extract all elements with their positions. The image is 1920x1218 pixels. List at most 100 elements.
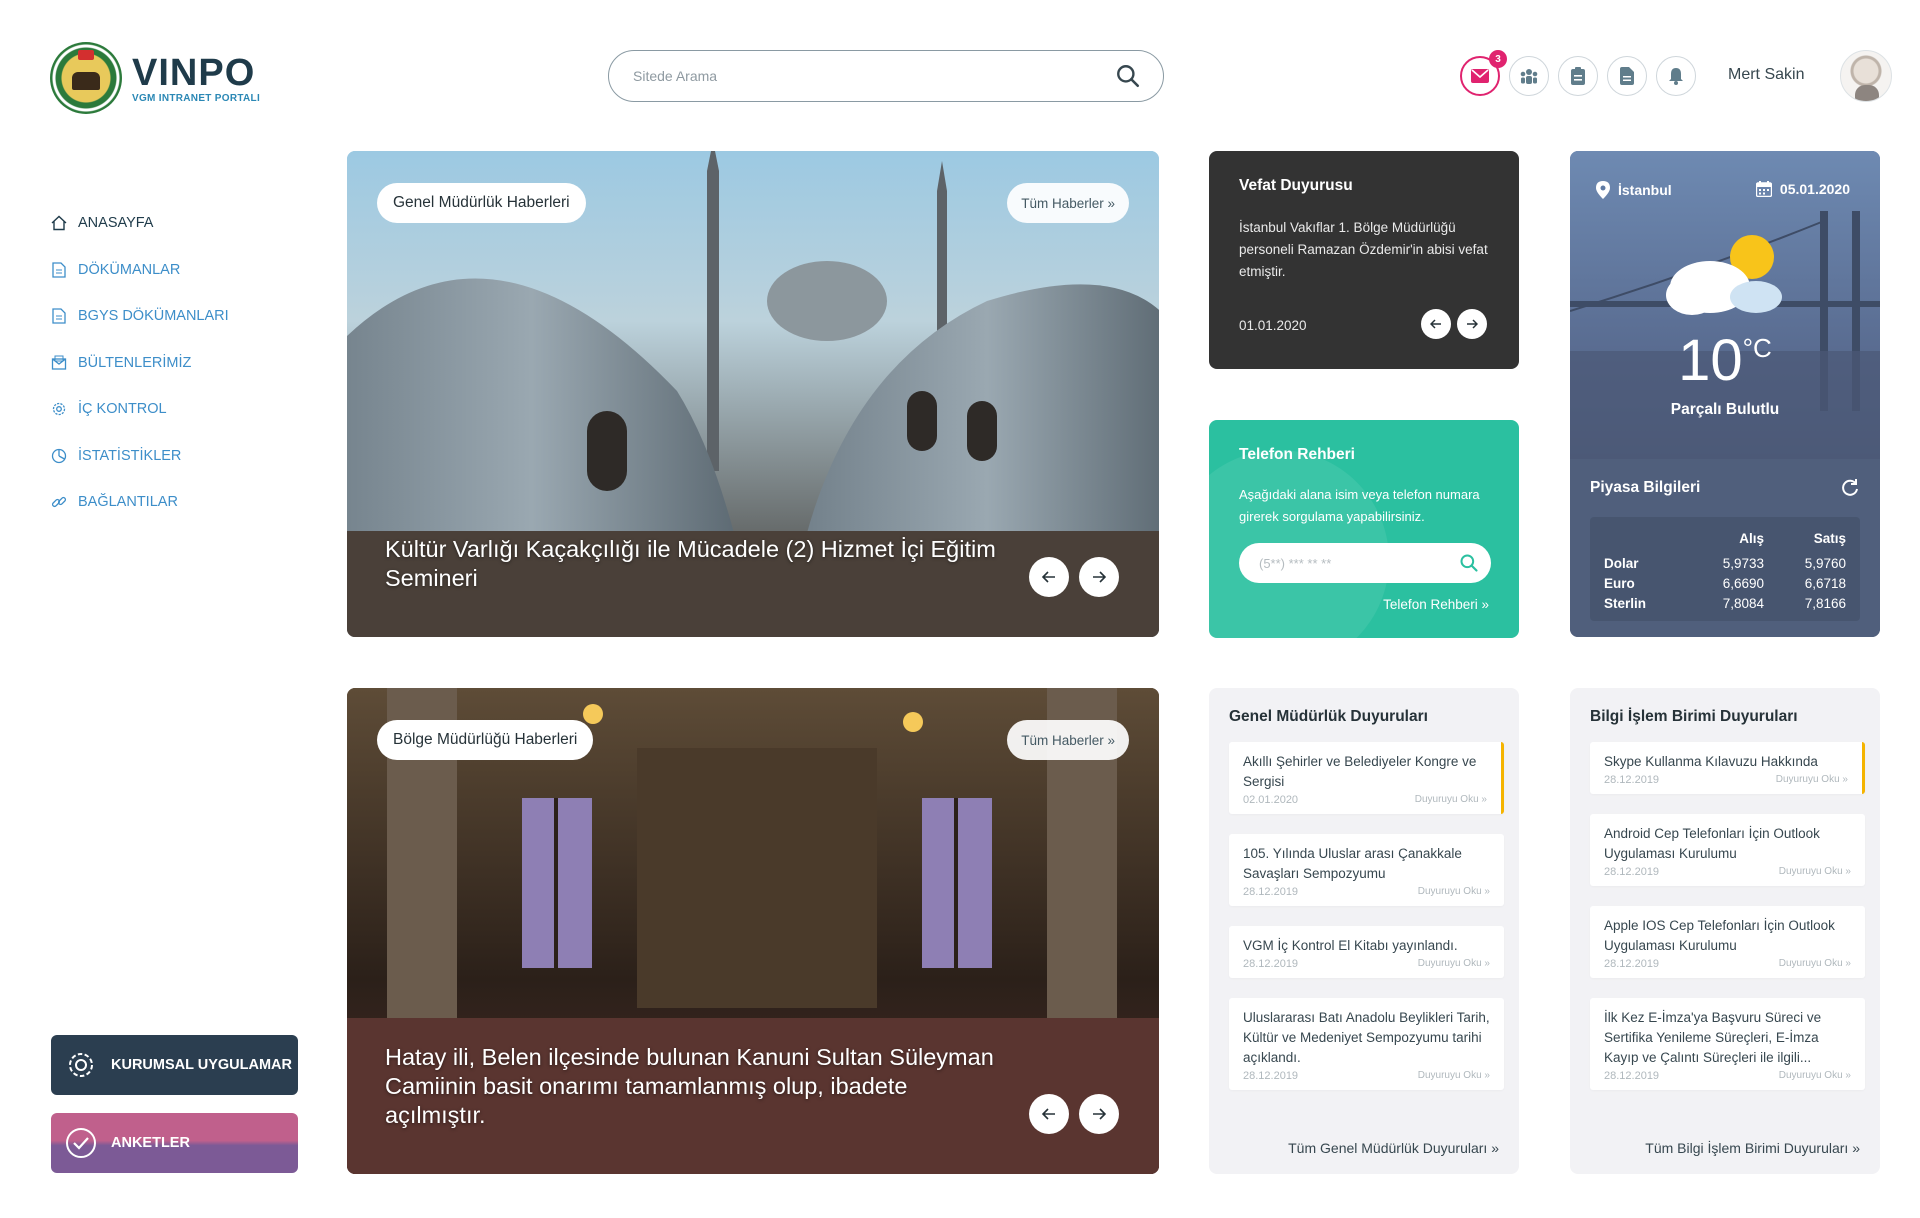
exchange-rate-table: Alış Satış Dolar 5,9733 5,9760 Euro 6,66… xyxy=(1590,517,1860,621)
market-info-panel: Piyasa Bilgileri Alış Satış Dolar 5,9733… xyxy=(1570,459,1880,637)
logo[interactable]: VINPO VGM INTRANET PORTALI xyxy=(50,40,270,116)
announcement-date: 28.12.2019 xyxy=(1604,1070,1660,1082)
prev-arrow-button[interactable] xyxy=(1029,1094,1069,1134)
currency-buy: 6,6690 xyxy=(1722,575,1764,591)
search-icon[interactable] xyxy=(1459,553,1479,573)
read-announcement-link[interactable]: Duyuruyu Oku » xyxy=(1776,774,1848,786)
prev-arrow-button[interactable] xyxy=(1029,557,1069,597)
read-announcement-link[interactable]: Duyuruyu Oku » xyxy=(1418,958,1490,970)
it-announcements-panel: Bilgi İşlem Birimi Duyuruları Skype Kull… xyxy=(1570,688,1880,1174)
news-category-pill: Genel Müdürlük Haberleri xyxy=(377,183,586,223)
sidebar-item-baglantilar[interactable]: BAĞLANTILAR xyxy=(50,479,290,526)
table-row: Sterlin 7,8084 7,8166 xyxy=(1604,593,1846,613)
file-button[interactable] xyxy=(1607,56,1647,96)
currency-buy: 7,8084 xyxy=(1722,595,1764,611)
search-icon[interactable] xyxy=(1115,63,1141,89)
search-input[interactable] xyxy=(633,68,1115,84)
phone-search-input[interactable] xyxy=(1259,555,1459,571)
news-slider-regional[interactable]: Bölge Müdürlüğü Haberleri Tüm Haberler »… xyxy=(347,688,1159,1174)
sidebar-item-dokumanlar[interactable]: DÖKÜMANLAR xyxy=(50,247,290,294)
list-item[interactable]: Apple IOS Cep Telefonları İçin Outlook U… xyxy=(1590,906,1865,978)
announcement-title: Android Cep Telefonları İçin Outlook Uyg… xyxy=(1604,826,1820,861)
obituary-title: Vefat Duyurusu xyxy=(1239,177,1353,194)
obituary-text: İstanbul Vakıflar 1. Bölge Müdürlüğü per… xyxy=(1239,220,1488,279)
market-title: Piyasa Bilgileri xyxy=(1590,479,1701,496)
general-announcements-panel: Genel Müdürlük Duyuruları Akıllı Şehirle… xyxy=(1209,688,1519,1174)
currency-name: Sterlin xyxy=(1604,595,1647,611)
read-announcement-link[interactable]: Duyuruyu Oku » xyxy=(1779,1070,1851,1082)
announcement-date: 28.12.2019 xyxy=(1243,958,1299,970)
panel-title: Genel Müdürlük Duyuruları xyxy=(1229,708,1428,725)
sidebar-item-label: DÖKÜMANLAR xyxy=(78,261,181,278)
user-name[interactable]: Mert Sakin xyxy=(1728,66,1804,84)
all-announcements-link[interactable]: Tüm Genel Müdürlük Duyuruları » xyxy=(1288,1140,1499,1156)
mail-count-badge: 3 xyxy=(1489,50,1507,68)
temperature-value: 10 xyxy=(1678,328,1743,393)
weather-date-label: 05.01.2020 xyxy=(1779,181,1850,197)
search-bar xyxy=(608,50,1164,102)
col-buy: Alış xyxy=(1739,530,1764,546)
weather-date: 05.01.2020 xyxy=(1755,181,1850,197)
bell-icon xyxy=(1669,68,1683,85)
sidebar-item-ic-kontrol[interactable]: İÇ KONTROL xyxy=(50,386,290,433)
all-news-link[interactable]: Tüm Haberler » xyxy=(1007,720,1129,760)
currency-sell: 5,9760 xyxy=(1804,555,1846,571)
news-headline[interactable]: Kültür Varlığı Kaçakçılığı ile Mücadele … xyxy=(385,535,1005,593)
announcement-title: Uluslararası Batı Anadolu Beylikleri Tar… xyxy=(1243,1010,1490,1065)
kurumsal-uygulamalar-button[interactable]: KURUMSAL UYGULAMAR xyxy=(51,1035,298,1095)
list-item[interactable]: VGM İç Kontrol El Kitabı yayınlandı. 28.… xyxy=(1229,926,1504,978)
arrow-left-icon xyxy=(1042,571,1055,583)
read-announcement-link[interactable]: Duyuruyu Oku » xyxy=(1418,886,1490,898)
sidebar-item-bultenlerimiz[interactable]: BÜLTENLERİMİZ xyxy=(50,340,290,387)
document-icon xyxy=(50,307,68,325)
list-item[interactable]: Android Cep Telefonları İçin Outlook Uyg… xyxy=(1590,814,1865,886)
sidebar-item-label: İÇ KONTROL xyxy=(78,401,167,418)
anketler-button[interactable]: ANKETLER xyxy=(51,1113,298,1173)
people-button[interactable] xyxy=(1509,56,1549,96)
table-header: Alış Satış xyxy=(1604,523,1846,553)
kurumsal-label: KURUMSAL UYGULAMAR xyxy=(111,1057,292,1073)
announcement-date: 28.12.2019 xyxy=(1243,1070,1299,1082)
phone-search-box xyxy=(1239,543,1491,583)
announcement-title: Apple IOS Cep Telefonları İçin Outlook U… xyxy=(1604,918,1835,953)
sidebar-nav: ANASAYFA DÖKÜMANLAR BGYS DÖKÜMANLARI BÜL… xyxy=(50,200,290,526)
phone-directory-link[interactable]: Telefon Rehberi » xyxy=(1383,597,1489,612)
read-announcement-link[interactable]: Duyuruyu Oku » xyxy=(1418,1070,1490,1082)
sidebar-item-istatistikler[interactable]: İSTATİSTİKLER xyxy=(50,433,290,480)
read-announcement-link[interactable]: Duyuruyu Oku » xyxy=(1779,958,1851,970)
news-slider-general[interactable]: Genel Müdürlük Haberleri Tüm Haberler » … xyxy=(347,151,1159,637)
avatar[interactable] xyxy=(1840,50,1892,102)
list-item[interactable]: İlk Kez E-İmza'ya Başvuru Süreci ve Sert… xyxy=(1590,998,1865,1090)
list-item[interactable]: 105. Yılında Uluslar arası Çanakkale Sav… xyxy=(1229,834,1504,906)
all-news-link[interactable]: Tüm Haberler » xyxy=(1007,183,1129,223)
file-icon xyxy=(1620,67,1634,85)
sidebar-item-anasayfa[interactable]: ANASAYFA xyxy=(50,200,290,247)
table-row: Dolar 5,9733 5,9760 xyxy=(1604,553,1846,573)
currency-name: Dolar xyxy=(1604,555,1639,571)
notifications-button[interactable] xyxy=(1656,56,1696,96)
next-arrow-button[interactable] xyxy=(1457,309,1487,339)
list-item[interactable]: Skype Kullanma Kılavuzu Hakkında 28.12.2… xyxy=(1590,742,1865,794)
news-headline[interactable]: Hatay ili, Belen ilçesinde bulunan Kanun… xyxy=(385,1043,1005,1130)
read-announcement-link[interactable]: Duyuruyu Oku » xyxy=(1779,866,1851,878)
next-arrow-button[interactable] xyxy=(1079,557,1119,597)
weather-city[interactable]: İstanbul xyxy=(1596,181,1672,199)
clipboard-button[interactable] xyxy=(1558,56,1598,96)
currency-name: Euro xyxy=(1604,575,1635,591)
refresh-icon[interactable] xyxy=(1840,477,1860,497)
phone-directory-title: Telefon Rehberi xyxy=(1239,446,1355,463)
list-item[interactable]: Uluslararası Batı Anadolu Beylikleri Tar… xyxy=(1229,998,1504,1090)
mail-icon xyxy=(1471,69,1489,83)
all-announcements-link[interactable]: Tüm Bilgi İşlem Birimi Duyuruları » xyxy=(1645,1140,1860,1156)
clipboard-icon xyxy=(1571,67,1585,85)
weather-market-card: İstanbul 05.01.2020 10°C Parçalı Bulutlu… xyxy=(1570,151,1880,637)
sidebar-item-bgys-dokumanlari[interactable]: BGYS DÖKÜMANLARI xyxy=(50,293,290,340)
next-arrow-button[interactable] xyxy=(1079,1094,1119,1134)
sidebar-item-label: BGYS DÖKÜMANLARI xyxy=(78,308,229,325)
home-icon xyxy=(50,214,68,232)
list-item[interactable]: Akıllı Şehirler ve Belediyeler Kongre ve… xyxy=(1229,742,1504,814)
brand-subtitle: VGM INTRANET PORTALI xyxy=(132,92,261,104)
arrow-right-icon xyxy=(1093,571,1106,583)
read-announcement-link[interactable]: Duyuruyu Oku » xyxy=(1415,794,1487,806)
prev-arrow-button[interactable] xyxy=(1421,309,1451,339)
